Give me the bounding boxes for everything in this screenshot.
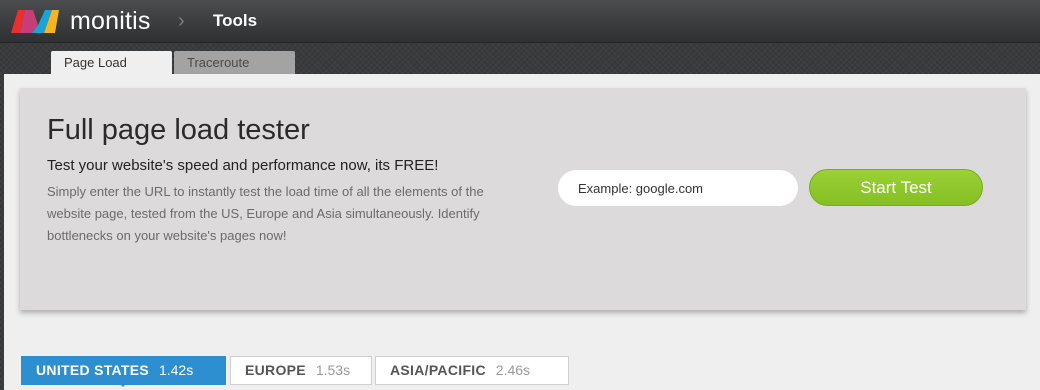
tab-page-load[interactable]: Page Load [51,51,172,74]
breadcrumb-current[interactable]: Tools [213,11,257,31]
region-name: UNITED STATES [36,362,150,378]
region-tab-asia-pacific[interactable]: ASIA/PACIFIC 2.46s [375,356,569,385]
page-title: Full page load tester [47,114,310,146]
url-input[interactable] [558,170,798,206]
top-header: monitis › Tools [0,0,1040,43]
tab-traceroute[interactable]: Traceroute [174,51,295,74]
brand-name[interactable]: monitis [70,7,151,36]
region-time: 1.42s [158,362,194,378]
active-region-pointer-icon [116,380,130,387]
monitis-logo-icon[interactable] [9,7,61,35]
hero-subtitle: Test your website's speed and performanc… [47,157,439,174]
start-test-button[interactable]: Start Test [809,169,983,206]
region-name: ASIA/PACIFIC [390,362,486,378]
region-name: EUROPE [245,362,306,378]
region-time: 1.53s [315,362,351,378]
hero-description: Simply enter the URL to instantly test t… [47,184,484,243]
breadcrumb-separator: › [178,10,185,32]
region-tab-europe[interactable]: EUROPE 1.53s [230,356,372,385]
region-time: 2.46s [495,362,531,378]
